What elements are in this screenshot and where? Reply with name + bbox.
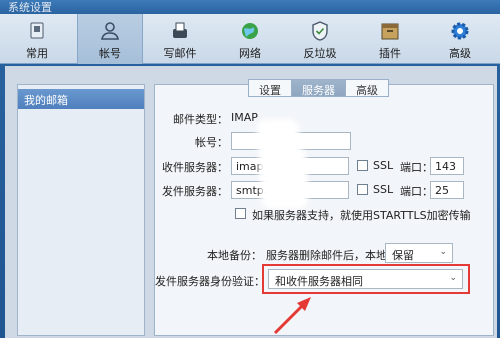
account-list: 我的邮箱	[17, 84, 145, 336]
incoming-ssl-checkbox[interactable]	[357, 160, 368, 171]
window-title: 系统设置	[8, 1, 52, 14]
outgoing-ssl-label: SSL	[373, 183, 394, 196]
toolbar-compose[interactable]: 写邮件	[150, 14, 210, 64]
account-list-item[interactable]: 我的邮箱	[18, 89, 144, 109]
toolbar-advanced[interactable]: 高级	[430, 14, 490, 64]
incoming-port-input[interactable]: 143	[430, 157, 464, 175]
incoming-port-label: 端口：	[400, 161, 433, 174]
toolbar-label: 插件	[379, 47, 401, 60]
toolbar-plugins[interactable]: 插件	[360, 14, 420, 64]
account-label: 帐号：	[195, 136, 228, 149]
backup-select[interactable]: 保留 ⌄	[385, 243, 453, 263]
redacted-account	[263, 125, 293, 149]
mail-type-label: 邮件类型：	[173, 113, 228, 126]
backup-description: 服务器删除邮件后，本地	[266, 249, 387, 262]
general-settings-icon	[30, 22, 44, 39]
toolbar-network[interactable]: 网络	[220, 14, 280, 64]
highlight-box	[262, 264, 470, 294]
chevron-down-icon: ⌄	[439, 247, 447, 257]
incoming-server-label: 收件服务器：	[162, 161, 228, 174]
starttls-checkbox[interactable]	[235, 208, 246, 219]
title-bar: 系统设置	[0, 0, 500, 14]
toolbar-label: 反垃圾	[303, 47, 337, 60]
starttls-label: 如果服务器支持，就使用STARTTLS加密传输	[252, 209, 471, 222]
plugin-box-icon	[381, 23, 399, 40]
settings-toolbar: 常用 帐号 写邮件 网络 反垃圾 插件 高级	[0, 14, 500, 64]
settings-content: 我的邮箱 设置 服务器 高级 邮件类型： IMAP 帐号： 收件服务器： ima…	[5, 66, 497, 338]
backup-select-value: 保留	[392, 249, 414, 262]
outgoing-server-label: 发件服务器：	[162, 185, 228, 198]
toolbar-label: 高级	[449, 47, 471, 60]
outgoing-port-input[interactable]: 25	[430, 181, 464, 199]
toolbar-account[interactable]: 帐号	[77, 14, 143, 64]
toolbar-general[interactable]: 常用	[7, 14, 67, 64]
redacted-outgoing	[267, 177, 302, 203]
annotation-arrow-icon	[273, 297, 311, 335]
toolbar-label: 常用	[26, 47, 48, 60]
antispam-shield-icon	[312, 21, 328, 41]
settings-window: 系统设置 常用 帐号 写邮件 网络 反垃圾 插件 高级 我的邮箱 设置 服务器 …	[0, 0, 500, 338]
detail-tabs: 设置 服务器 高级	[248, 79, 389, 99]
network-globe-icon	[242, 23, 258, 39]
outgoing-port-label: 端口：	[400, 185, 433, 198]
tab-server[interactable]: 服务器	[291, 79, 346, 97]
toolbar-label: 网络	[239, 47, 261, 60]
backup-label: 本地备份：	[207, 249, 262, 262]
compose-mail-icon	[173, 22, 187, 38]
tab-settings[interactable]: 设置	[248, 79, 292, 97]
auth-label: 发件服务器身份验证：	[155, 275, 265, 288]
outgoing-ssl-checkbox[interactable]	[357, 184, 368, 195]
tab-advanced[interactable]: 高级	[345, 79, 389, 97]
account-detail-panel: 设置 服务器 高级 邮件类型： IMAP 帐号： 收件服务器： imap SSL…	[154, 79, 494, 336]
advanced-gear-icon	[451, 22, 469, 40]
account-person-icon	[101, 22, 119, 40]
redacted-incoming	[265, 153, 300, 179]
toolbar-label: 帐号	[99, 47, 121, 60]
toolbar-antispam[interactable]: 反垃圾	[290, 14, 350, 64]
incoming-ssl-label: SSL	[373, 159, 394, 172]
toolbar-label: 写邮件	[163, 47, 197, 60]
mail-type-value: IMAP	[231, 111, 258, 124]
